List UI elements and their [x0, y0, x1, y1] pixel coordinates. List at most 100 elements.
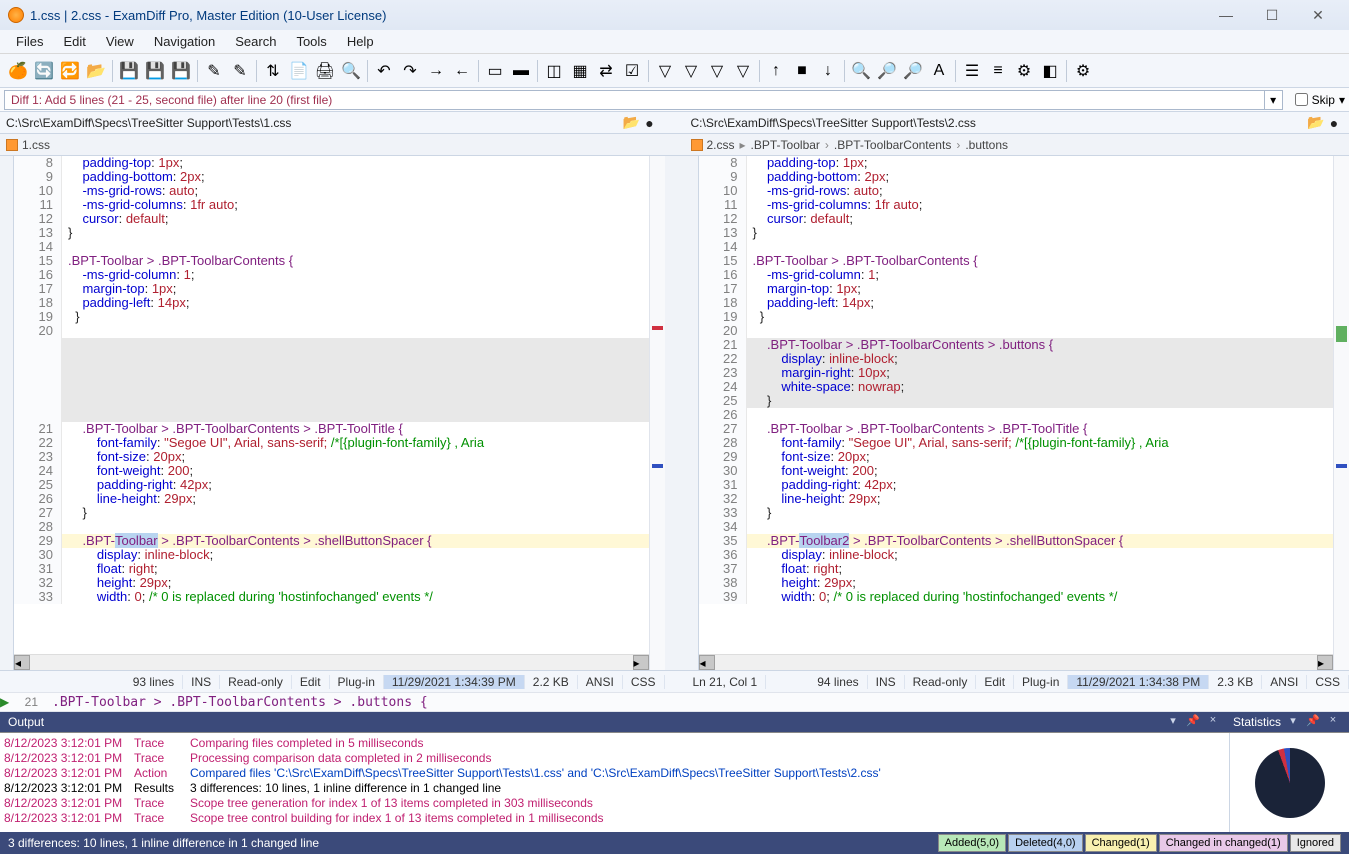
code-line[interactable]: 38 height: 29px; [699, 576, 1334, 590]
panel-close-icon[interactable]: × [1325, 714, 1341, 730]
menu-view[interactable]: View [96, 32, 144, 51]
code-line[interactable]: 27 .BPT-Toolbar > .BPT-ToolbarContents >… [699, 422, 1334, 436]
toggle-icon[interactable]: ◧ [1038, 59, 1062, 83]
find-icon[interactable]: 🔍 [849, 59, 873, 83]
check-icon[interactable]: ☑ [620, 59, 644, 83]
code-line[interactable]: 18 padding-left: 14px; [699, 296, 1334, 310]
log-row[interactable]: 8/12/2023 3:12:01 PMTraceProcessing comp… [4, 750, 1225, 765]
code-line[interactable]: 22 display: inline-block; [699, 352, 1334, 366]
code-line[interactable]: 39 width: 0; /* 0 is replaced during 'ho… [699, 590, 1334, 604]
code-line[interactable]: 17 margin-top: 1px; [14, 282, 649, 296]
left-hscrollbar[interactable]: ◂▸ [14, 654, 649, 670]
log-row[interactable]: 8/12/2023 3:12:01 PMTraceScope tree gene… [4, 795, 1225, 810]
ignored-badge[interactable]: Ignored [1290, 834, 1341, 852]
filter3-icon[interactable]: ▽ [705, 59, 729, 83]
refresh-icon[interactable]: 🔄 [32, 59, 56, 83]
mark-icon[interactable]: ■ [790, 59, 814, 83]
code-line[interactable]: 36 display: inline-block; [699, 548, 1334, 562]
code-line[interactable]: 19 } [14, 310, 649, 324]
menu-navigation[interactable]: Navigation [144, 32, 225, 51]
dot-icon[interactable]: ● [641, 114, 659, 132]
panel-pin-icon[interactable]: 📌 [1185, 714, 1201, 730]
code-line[interactable]: 32 line-height: 29px; [699, 492, 1334, 506]
panel-pin-icon[interactable]: 📌 [1305, 714, 1321, 730]
left-code-editor[interactable]: 8 padding-top: 1px;9 padding-bottom: 2px… [14, 156, 649, 654]
panel-menu-icon[interactable]: ▾ [1285, 714, 1301, 730]
right-overview-ruler[interactable] [1333, 156, 1349, 670]
changed-badge[interactable]: Changed(1) [1085, 834, 1157, 852]
code-line[interactable]: 22 font-family: "Segoe UI", Arial, sans-… [14, 436, 649, 450]
code-line[interactable]: 11 -ms-grid-columns: 1fr auto; [14, 198, 649, 212]
settings-icon[interactable]: ⚙ [1071, 59, 1095, 83]
code-line[interactable]: 30 display: inline-block; [14, 548, 649, 562]
menu-search[interactable]: Search [225, 32, 286, 51]
down-icon[interactable]: ↓ [816, 59, 840, 83]
output-log[interactable]: 8/12/2023 3:12:01 PMTraceComparing files… [0, 733, 1229, 832]
find-prev-icon[interactable]: 🔎 [901, 59, 925, 83]
dot-icon[interactable]: ● [1325, 114, 1343, 132]
code-line[interactable]: 14 [14, 240, 649, 254]
grid-icon[interactable]: ▦ [568, 59, 592, 83]
log-row[interactable]: 8/12/2023 3:12:01 PMTraceComparing files… [4, 735, 1225, 750]
font-icon[interactable]: A [927, 59, 951, 83]
code-line[interactable]: 16 -ms-grid-column: 1; [14, 268, 649, 282]
gear-blue-icon[interactable]: ⚙ [1012, 59, 1036, 83]
code-line[interactable]: 26 line-height: 29px; [14, 492, 649, 506]
pane-vert-icon[interactable]: ◫ [542, 59, 566, 83]
code-line[interactable]: 10 -ms-grid-rows: auto; [699, 184, 1334, 198]
close-button[interactable]: ✕ [1295, 1, 1341, 29]
code-line[interactable]: 12 cursor: default; [699, 212, 1334, 226]
sync-icon[interactable]: ⇄ [594, 59, 618, 83]
code-line[interactable]: 10 -ms-grid-rows: auto; [14, 184, 649, 198]
code-line[interactable]: 15.BPT-Toolbar > .BPT-ToolbarContents { [699, 254, 1334, 268]
changed-in-changed-badge[interactable]: Changed in changed(1) [1159, 834, 1288, 852]
code-line[interactable]: 8 padding-top: 1px; [14, 156, 649, 170]
code-line[interactable]: 25 padding-right: 42px; [14, 478, 649, 492]
code-line[interactable]: 26 [699, 408, 1334, 422]
skip-dropdown-icon[interactable]: ▾ [1339, 93, 1345, 107]
pane-single-icon[interactable]: ▭ [483, 59, 507, 83]
app-icon[interactable]: 🍊 [6, 59, 30, 83]
code-line[interactable]: 34 [699, 520, 1334, 534]
code-line[interactable]: 23 margin-right: 10px; [699, 366, 1334, 380]
right-hscrollbar[interactable]: ◂▸ [699, 654, 1334, 670]
code-line[interactable]: 17 margin-top: 1px; [699, 282, 1334, 296]
diff-dropdown[interactable]: ▾ [1265, 90, 1283, 110]
menu-edit[interactable]: Edit [53, 32, 95, 51]
code-line[interactable]: 23 font-size: 20px; [14, 450, 649, 464]
bc-item[interactable]: .BPT-ToolbarContents [834, 138, 951, 152]
edit-left-icon[interactable]: ✎ [202, 59, 226, 83]
pane-horiz-icon[interactable]: ▬ [509, 59, 533, 83]
menu-help[interactable]: Help [337, 32, 384, 51]
find-next-icon[interactable]: 🔎 [875, 59, 899, 83]
code-line[interactable] [14, 380, 649, 394]
filter4-icon[interactable]: ▽ [731, 59, 755, 83]
menu-files[interactable]: Files [6, 32, 53, 51]
edit-right-icon[interactable]: ✎ [228, 59, 252, 83]
code-line[interactable]: 13} [699, 226, 1334, 240]
deleted-badge[interactable]: Deleted(4,0) [1008, 834, 1083, 852]
code-line[interactable]: 14 [699, 240, 1334, 254]
center-splitter[interactable] [665, 156, 685, 670]
align-icon[interactable]: ≡ [986, 59, 1010, 83]
left-overview-ruler[interactable] [649, 156, 665, 670]
code-line[interactable]: 20 [699, 324, 1334, 338]
log-row[interactable]: 8/12/2023 3:12:01 PMTraceScope tree cont… [4, 810, 1225, 825]
minimize-button[interactable]: — [1203, 1, 1249, 29]
code-line[interactable]: 29 font-size: 20px; [699, 450, 1334, 464]
added-badge[interactable]: Added(5,0) [938, 834, 1006, 852]
swap-icon[interactable]: ⇅ [261, 59, 285, 83]
maximize-button[interactable]: ☐ [1249, 1, 1295, 29]
code-line[interactable]: 32 height: 29px; [14, 576, 649, 590]
code-line[interactable]: 19 } [699, 310, 1334, 324]
code-line[interactable]: 15.BPT-Toolbar > .BPT-ToolbarContents { [14, 254, 649, 268]
open-folder-icon[interactable]: 📂 [623, 114, 641, 132]
code-line[interactable]: 35 .BPT-Toolbar2 > .BPT-ToolbarContents … [699, 534, 1334, 548]
code-line[interactable]: 25 } [699, 394, 1334, 408]
bc-item[interactable]: .BPT-Toolbar [751, 138, 820, 152]
undo-icon[interactable]: ↶ [372, 59, 396, 83]
left-tab-name[interactable]: 1.css [22, 138, 50, 152]
code-line[interactable]: 33 } [699, 506, 1334, 520]
skip-checkbox[interactable] [1295, 93, 1308, 106]
layout-icon[interactable]: ☰ [960, 59, 984, 83]
